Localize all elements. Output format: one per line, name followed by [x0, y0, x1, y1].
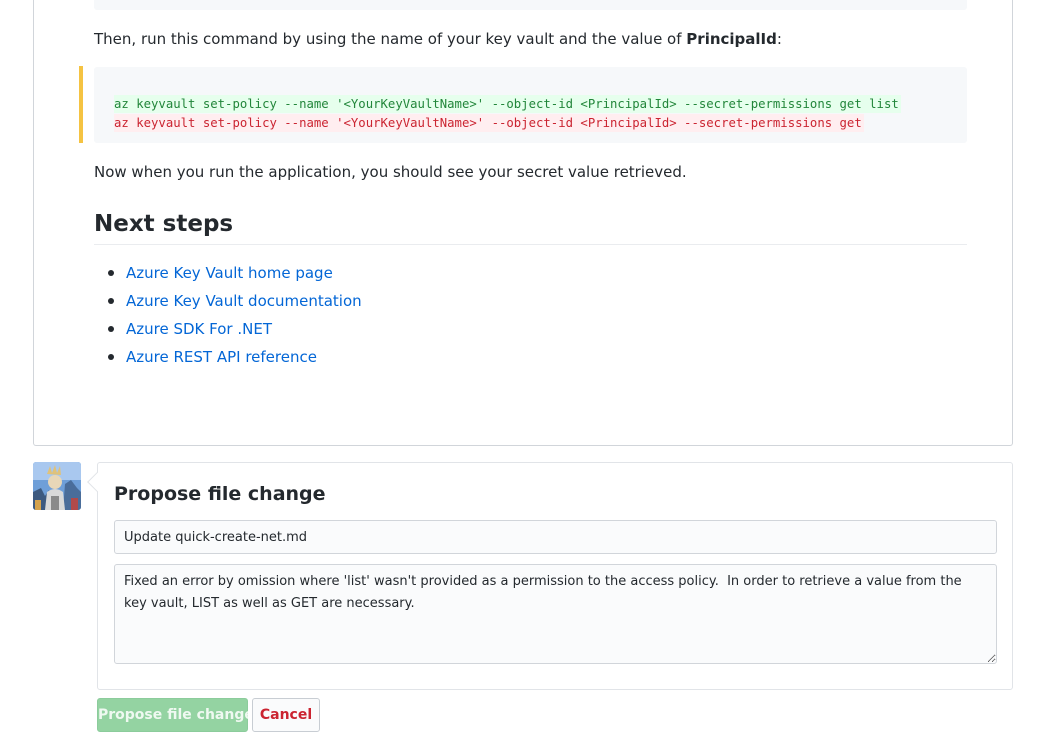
- link-key-vault-docs[interactable]: Azure Key Vault documentation: [126, 292, 362, 310]
- bullet-icon: [108, 354, 114, 360]
- commit-description-textarea[interactable]: Fixed an error by omission where 'list' …: [114, 564, 997, 664]
- propose-file-change-button[interactable]: Propose file change: [97, 698, 248, 732]
- commit-summary-input[interactable]: [114, 520, 997, 554]
- list-item: Azure REST API reference: [94, 347, 362, 375]
- next-steps-heading: Next steps: [94, 207, 967, 245]
- instruction-suffix: :: [777, 30, 782, 48]
- speech-arrow-icon: [87, 472, 107, 492]
- link-key-vault-home[interactable]: Azure Key Vault home page: [126, 264, 333, 282]
- user-avatar-image: [33, 462, 81, 510]
- bullet-icon: [108, 326, 114, 332]
- list-item: Azure Key Vault home page: [94, 263, 362, 291]
- link-rest-api-reference[interactable]: Azure REST API reference: [126, 348, 317, 366]
- diff-added-line: az keyvault set-policy --name '<YourKeyV…: [114, 95, 901, 113]
- instruction-paragraph: Then, run this command by using the name…: [94, 29, 782, 49]
- list-item: Azure Key Vault documentation: [94, 291, 362, 319]
- instruction-bold-term: PrincipalId: [686, 30, 777, 48]
- next-steps-list: Azure Key Vault home page Azure Key Vaul…: [94, 263, 362, 375]
- propose-change-form: Propose file change Fixed an error by om…: [97, 462, 1013, 690]
- form-title: Propose file change: [114, 483, 326, 505]
- cancel-button[interactable]: Cancel: [252, 698, 320, 732]
- bullet-icon: [108, 298, 114, 304]
- diff-code-block: az keyvault set-policy --name '<YourKeyV…: [94, 67, 967, 143]
- diff-removed-line: az keyvault set-policy --name '<YourKeyV…: [114, 114, 864, 132]
- bullet-icon: [108, 270, 114, 276]
- result-paragraph: Now when you run the application, you sh…: [94, 162, 687, 182]
- list-item: Azure SDK For .NET: [94, 319, 362, 347]
- previous-code-block: [94, 0, 967, 10]
- instruction-text: Then, run this command by using the name…: [94, 30, 686, 48]
- avatar: [33, 462, 81, 510]
- change-marker: [79, 66, 83, 143]
- link-azure-sdk-net[interactable]: Azure SDK For .NET: [126, 320, 272, 338]
